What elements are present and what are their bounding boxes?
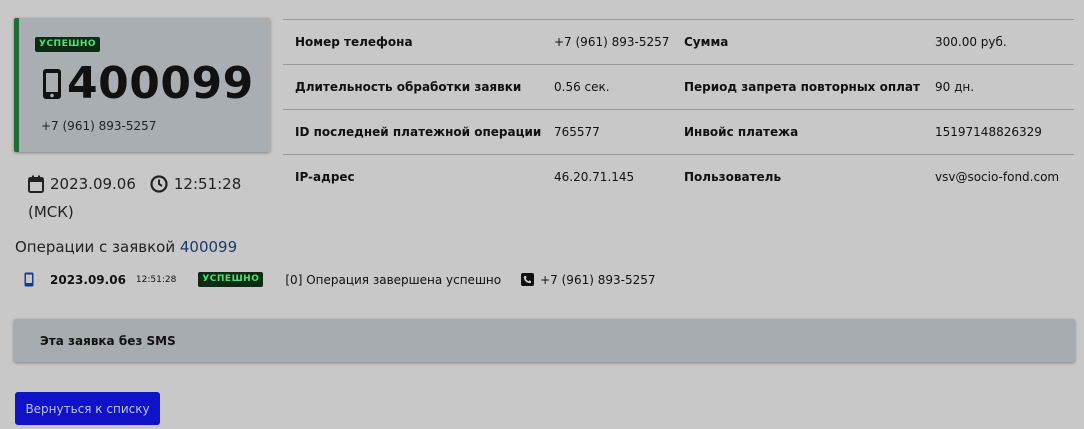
info-label: Номер телефона — [283, 19, 542, 65]
request-card: УСПЕШНО 400099 +7 (961) 893-5257 — [14, 18, 270, 152]
request-id: 400099 — [67, 58, 254, 109]
info-value: 90 дн. — [923, 64, 1074, 110]
request-date: 2023.09.06 — [50, 175, 136, 193]
info-value: +7 (961) 893-5257 — [542, 19, 672, 65]
mobile-phone-icon — [43, 69, 61, 99]
info-row: Длительность обработки заявки 0.56 сек. … — [283, 64, 1074, 110]
card-phone-number: +7 (961) 893-5257 — [41, 119, 157, 133]
timezone: (МСК) — [28, 203, 74, 221]
operation-time: 12:51:28 — [135, 274, 177, 285]
operation-phone-number: +7 (961) 893-5257 — [540, 272, 656, 287]
info-value: 0.56 сек. — [542, 64, 672, 110]
status-badge: УСПЕШНО — [35, 37, 101, 52]
info-label: Пользователь — [684, 170, 782, 184]
info-label: ID последней платежной операции — [283, 109, 542, 155]
operation-phone: +7 (961) 893-5257 — [521, 273, 655, 287]
mobile-phone-icon — [24, 272, 34, 287]
info-row: IP-адрес 46.20.71.145 Пользователь vsv@s… — [283, 155, 1074, 200]
request-time: 12:51:28 — [173, 175, 242, 193]
sms-status-text: Эта заявка без SMS — [40, 333, 176, 348]
sms-panel: Эта заявка без SMS — [14, 319, 1075, 362]
info-label: Длительность обработки заявки — [283, 64, 542, 110]
request-datetime: 2023.09.06 12:51:28 (МСК) — [28, 170, 241, 226]
info-value: 15197148826329 — [923, 109, 1074, 155]
info-label: Период запрета повторных оплат — [672, 64, 923, 110]
clock-icon — [150, 175, 168, 193]
operation-status-badge: УСПЕШНО — [198, 272, 264, 287]
request-info-table: Номер телефона +7 (961) 893-5257 Сумма 3… — [283, 19, 1074, 199]
back-to-list-button[interactable]: Вернуться к списку — [15, 392, 160, 425]
info-value: 765577 — [542, 109, 672, 155]
info-value: 300.00 руб. — [923, 19, 1074, 65]
info-label: IP-адрес — [295, 170, 355, 184]
operation-date: 2023.09.06 — [50, 272, 126, 287]
info-value: 46.20.71.145 — [554, 170, 635, 184]
info-row: Номер телефона +7 (961) 893-5257 Сумма 3… — [283, 19, 1074, 65]
operation-message: [0] Операция завершена успешно — [285, 272, 502, 287]
time-block: 12:51:28 — [150, 170, 241, 198]
info-label: Сумма — [672, 19, 923, 65]
operations-heading: Операции с заявкой 400099 — [15, 238, 237, 256]
operation-row: 2023.09.06 12:51:28 УСПЕШНО [0] Операция… — [24, 272, 655, 287]
phone-square-icon — [521, 273, 535, 286]
info-label: Инвойс платежа — [672, 109, 923, 155]
calendar-icon — [28, 175, 44, 193]
info-value: vsv@socio-fond.com — [935, 170, 1060, 184]
operations-request-link[interactable]: 400099 — [180, 238, 237, 256]
info-row: ID последней платежной операции 765577 И… — [283, 109, 1074, 155]
operations-title: Операции с заявкой — [15, 238, 176, 256]
